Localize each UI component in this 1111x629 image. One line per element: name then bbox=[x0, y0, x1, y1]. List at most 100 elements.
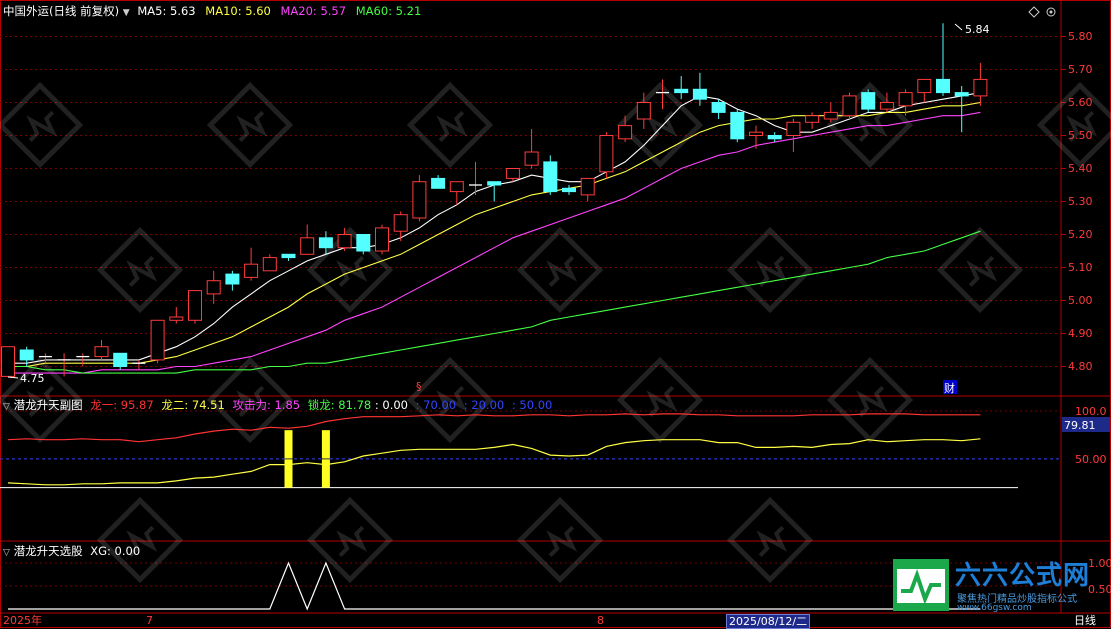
candle-body-up bbox=[1, 346, 15, 377]
candle-body-up bbox=[412, 181, 427, 219]
watermark-mark bbox=[406, 81, 494, 169]
watermark-mark bbox=[306, 496, 394, 584]
candle[interactable] bbox=[599, 132, 614, 179]
candle[interactable] bbox=[431, 175, 446, 189]
candle[interactable] bbox=[244, 247, 259, 281]
candle[interactable] bbox=[954, 86, 969, 133]
brand-url: www.66gsw.com bbox=[957, 603, 1032, 613]
candle[interactable] bbox=[730, 109, 745, 143]
indicator2-name[interactable]: 潜龙升天选股 bbox=[14, 544, 83, 558]
candle[interactable] bbox=[206, 270, 221, 304]
candle-body-up bbox=[206, 280, 221, 295]
candle[interactable] bbox=[524, 128, 539, 169]
title-dropdown-icon[interactable]: ▼ bbox=[123, 8, 130, 18]
indicator2-tick: 1.00 bbox=[1088, 557, 1111, 570]
candle-body-up bbox=[524, 151, 539, 166]
candle[interactable] bbox=[842, 92, 857, 119]
candle-body-down bbox=[19, 349, 34, 361]
watermark-pulse bbox=[646, 385, 678, 417]
candle[interactable] bbox=[917, 78, 932, 103]
candle[interactable] bbox=[262, 254, 277, 272]
watermark-mark bbox=[726, 226, 814, 314]
candle-body-up bbox=[786, 121, 801, 137]
candle[interactable] bbox=[393, 211, 408, 242]
chart-canvas[interactable]: 5.84 4.75 § 财 79.81 bbox=[0, 0, 1111, 628]
finance-event-badge[interactable]: 财 bbox=[943, 380, 957, 395]
candle[interactable] bbox=[169, 307, 184, 324]
price-tick: 5.20 bbox=[1068, 228, 1093, 241]
ma5-label: MA5: 5.63 bbox=[137, 4, 196, 18]
candle-body-up bbox=[749, 131, 763, 136]
candle-body-up bbox=[150, 319, 165, 361]
candle-body-down bbox=[954, 92, 969, 97]
candle[interactable] bbox=[188, 290, 202, 324]
price-tick: 5.30 bbox=[1068, 195, 1093, 208]
indicator1-tick: 100.0 bbox=[1075, 405, 1107, 418]
candle[interactable] bbox=[936, 23, 950, 96]
candle-body-up bbox=[618, 125, 633, 140]
candle[interactable] bbox=[412, 175, 427, 222]
candle[interactable] bbox=[113, 352, 128, 370]
candle[interactable] bbox=[861, 89, 876, 113]
diamond-icon[interactable] bbox=[1028, 6, 1040, 18]
candle[interactable] bbox=[580, 177, 595, 202]
line-zero-label: : 0.00 bbox=[374, 398, 408, 412]
candle[interactable] bbox=[356, 234, 371, 255]
candle[interactable] bbox=[674, 76, 689, 100]
indicator1-current-value: 79.81 bbox=[1062, 417, 1110, 432]
line-20-label: : 20.00 bbox=[463, 398, 505, 412]
stock-title[interactable]: 中国外运(日线 前复权) bbox=[3, 4, 119, 18]
event-mark-icon[interactable]: § bbox=[416, 380, 422, 393]
watermark-mark bbox=[516, 496, 604, 584]
price-tick: 5.60 bbox=[1068, 96, 1093, 109]
indicator1-tick: 50.00 bbox=[1075, 453, 1107, 466]
watermark-pulse bbox=[126, 255, 158, 287]
candlestick-series[interactable] bbox=[1, 23, 988, 377]
candle[interactable] bbox=[823, 102, 838, 123]
period-label[interactable]: 日线 bbox=[1074, 614, 1096, 627]
candle-body-up bbox=[169, 316, 184, 321]
candle-body-down bbox=[692, 88, 707, 100]
indicator2-dropdown-icon[interactable]: ▽ bbox=[3, 548, 10, 558]
candle[interactable] bbox=[692, 72, 707, 106]
candle[interactable] bbox=[562, 185, 576, 195]
indicator1-name[interactable]: 潜龙升天副图 bbox=[14, 398, 83, 412]
candle-body-up bbox=[805, 115, 820, 123]
candle-body-up bbox=[300, 237, 315, 255]
candle[interactable] bbox=[94, 340, 109, 360]
indicator1-dropdown-icon[interactable]: ▽ bbox=[3, 402, 10, 412]
candle[interactable] bbox=[711, 99, 726, 119]
watermark-mark bbox=[206, 81, 294, 169]
candle[interactable] bbox=[375, 224, 389, 255]
candle[interactable] bbox=[281, 253, 296, 261]
candle[interactable] bbox=[225, 270, 240, 291]
indicator2-tick: 0.50 bbox=[1088, 583, 1111, 596]
settings-icon[interactable] bbox=[1046, 7, 1056, 17]
watermark-pulse bbox=[856, 385, 888, 417]
price-tick: 5.00 bbox=[1068, 294, 1093, 307]
candle[interactable] bbox=[749, 125, 763, 149]
candle[interactable] bbox=[767, 132, 782, 143]
candle[interactable] bbox=[618, 115, 633, 143]
candle[interactable] bbox=[300, 224, 315, 255]
candle[interactable] bbox=[805, 112, 820, 129]
candle[interactable] bbox=[487, 181, 502, 202]
candle-body-up bbox=[393, 214, 408, 232]
watermark-mark bbox=[936, 226, 1024, 314]
candle[interactable] bbox=[786, 119, 801, 152]
candle-body-up bbox=[879, 102, 894, 110]
watermark-pulse bbox=[856, 110, 888, 142]
watermark-pulse bbox=[546, 255, 578, 287]
candle-body-up bbox=[599, 135, 614, 173]
candle-body-up bbox=[636, 102, 651, 120]
candle[interactable] bbox=[543, 155, 558, 195]
indicator2-plot[interactable] bbox=[8, 561, 981, 611]
candle[interactable] bbox=[132, 359, 146, 370]
brand-logo-icon bbox=[893, 559, 949, 611]
candle[interactable] bbox=[150, 319, 165, 364]
indicator1-plot[interactable] bbox=[0, 413, 1018, 489]
cursor-date-label: 2025/08/12/二 bbox=[726, 614, 811, 629]
candle-body-down bbox=[318, 237, 333, 249]
candle[interactable] bbox=[1, 346, 15, 377]
price-tick: 4.90 bbox=[1068, 327, 1093, 340]
